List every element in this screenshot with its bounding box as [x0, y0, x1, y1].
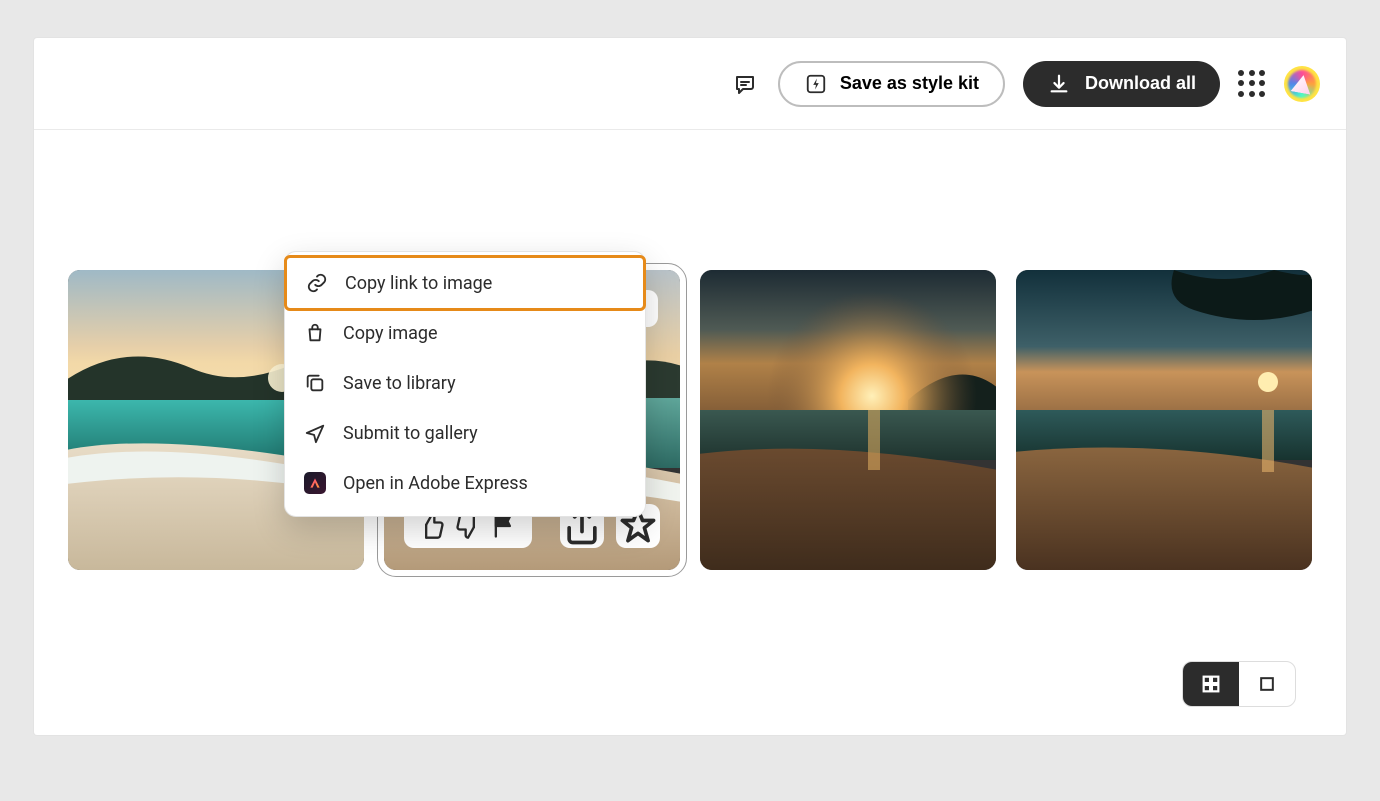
menu-item-label: Submit to gallery: [343, 423, 478, 444]
menu-item-open-express[interactable]: Open in Adobe Express: [285, 458, 645, 508]
view-grid-button[interactable]: [1183, 662, 1239, 706]
feedback-icon[interactable]: [730, 69, 760, 99]
download-all-button[interactable]: Download all: [1023, 61, 1220, 107]
apps-grid-icon[interactable]: [1238, 70, 1266, 98]
context-menu: Copy link to image Copy image Save to li…: [284, 251, 646, 517]
page-container: Save as style kit Download all: [34, 38, 1346, 735]
gallery: nload: [34, 130, 1346, 570]
menu-item-copy-link[interactable]: Copy link to image: [287, 258, 643, 308]
adobe-express-icon: [303, 471, 327, 495]
save-style-kit-label: Save as style kit: [840, 73, 979, 94]
view-single-button[interactable]: [1239, 662, 1295, 706]
thumbnail-4[interactable]: [1016, 270, 1312, 570]
download-icon: [1047, 72, 1071, 96]
shopping-bag-icon: [303, 321, 327, 345]
avatar[interactable]: [1284, 66, 1320, 102]
download-all-label: Download all: [1085, 73, 1196, 94]
menu-item-label: Save to library: [343, 373, 456, 394]
paper-plane-icon: [303, 421, 327, 445]
menu-item-copy-image[interactable]: Copy image: [285, 308, 645, 358]
menu-item-save-library[interactable]: Save to library: [285, 358, 645, 408]
menu-item-label: Open in Adobe Express: [343, 473, 528, 494]
menu-item-label: Copy link to image: [345, 273, 492, 294]
link-icon: [305, 271, 329, 295]
save-style-kit-button[interactable]: Save as style kit: [778, 61, 1005, 107]
menu-item-submit-gallery[interactable]: Submit to gallery: [285, 408, 645, 458]
view-toggle: [1182, 661, 1296, 707]
thumbnail-3[interactable]: [700, 270, 996, 570]
top-bar: Save as style kit Download all: [34, 38, 1346, 130]
copy-icon: [303, 371, 327, 395]
menu-item-label: Copy image: [343, 323, 438, 344]
bolt-icon: [804, 72, 828, 96]
